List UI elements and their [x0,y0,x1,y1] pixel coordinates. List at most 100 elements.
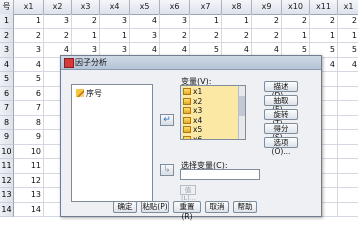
column-header[interactable]: x1 [338,0,358,14]
table-cell[interactable]: 5 [338,43,358,58]
table-cell[interactable]: 6 [14,86,44,101]
table-cell[interactable]: 2 [222,28,252,43]
table-cell[interactable]: 1 [282,28,310,43]
table-cell[interactable] [338,130,358,145]
scroll-thumb[interactable] [239,96,245,116]
help-button[interactable]: 帮助 [233,201,257,213]
table-cell[interactable]: 3 [44,14,72,29]
row-number[interactable]: 4 [0,57,14,72]
list-item[interactable]: x2 [183,97,202,107]
table-cell[interactable]: 1 [100,28,130,43]
row-number[interactable]: 3 [0,43,14,58]
table-cell[interactable]: 2 [282,14,310,29]
column-header[interactable]: x2 [44,0,72,14]
table-cell[interactable]: 7 [14,101,44,116]
column-header[interactable]: x9 [252,0,282,14]
dialog-titlebar[interactable]: 因子分析 [61,56,321,70]
column-header[interactable]: x6 [160,0,190,14]
row-number[interactable]: 12 [0,173,14,188]
column-header[interactable]: x4 [100,0,130,14]
table-cell[interactable]: 4 [14,57,44,72]
reset-button[interactable]: 重置(R) [173,201,201,221]
table-cell[interactable]: 11 [14,159,44,174]
column-header[interactable]: 号 [0,0,14,14]
row-number[interactable]: 5 [0,72,14,87]
table-cell[interactable]: 13 [14,188,44,203]
row-number[interactable]: 6 [0,86,14,101]
table-cell[interactable]: 1 [310,28,338,43]
table-cell[interactable]: 2 [310,14,338,29]
table-cell[interactable]: 4 [130,14,160,29]
table-cell[interactable]: 1 [190,14,222,29]
table-cell[interactable]: 2 [252,14,282,29]
table-cell[interactable]: 5 [14,72,44,87]
column-header[interactable]: x11 [310,0,338,14]
row-number[interactable]: 2 [0,28,14,43]
row-number[interactable]: 11 [0,159,14,174]
column-header[interactable]: x3 [72,0,100,14]
row-number[interactable]: 1 [0,14,14,29]
table-cell[interactable] [338,174,358,188]
list-item[interactable]: x3 [183,106,202,116]
table-cell[interactable]: 3 [14,43,44,58]
table-cell[interactable]: 3 [130,28,160,43]
table-cell[interactable]: 3 [100,14,130,29]
table-cell[interactable]: 3 [160,14,190,29]
table-cell[interactable] [338,101,358,116]
row-number[interactable]: 10 [0,144,14,159]
move-to-selection-button[interactable]: ↳ [160,164,174,176]
scores-button[interactable]: 得分(S)... [264,123,298,142]
rotation-button[interactable]: 旋转(T)... [264,109,298,128]
table-cell[interactable]: 1 [72,28,100,43]
column-header[interactable]: x7 [190,0,222,14]
table-cell[interactable]: 9 [14,130,44,145]
table-cell[interactable]: 1 [338,29,358,43]
table-cell[interactable] [338,145,358,159]
table-cell[interactable] [338,188,358,203]
table-cell[interactable]: 2 [252,28,282,43]
source-variable-list[interactable]: 序号 [71,84,153,202]
table-cell[interactable]: 2 [44,28,72,43]
table-cell[interactable]: 14 [14,202,44,217]
row-number[interactable]: 14 [0,202,14,217]
table-cell[interactable] [338,116,358,130]
row-number[interactable]: 7 [0,101,14,116]
column-header[interactable]: x10 [282,0,310,14]
extraction-button[interactable]: 抽取(E)... [264,95,298,114]
variables-scrollbar[interactable] [238,86,245,139]
row-number[interactable]: 13 [0,188,14,203]
value-button[interactable]: 值(L)... [180,185,196,202]
table-cell[interactable]: 2 [338,14,358,29]
ok-button[interactable]: 确定 [113,201,137,213]
table-cell[interactable]: 2 [14,28,44,43]
table-cell[interactable]: 2 [72,14,100,29]
column-header[interactable]: x8 [222,0,252,14]
cancel-button[interactable]: 取消 [205,201,229,213]
table-cell[interactable] [338,159,358,174]
options-button[interactable]: 选项(O)... [264,137,298,156]
table-cell[interactable]: 8 [14,115,44,130]
paste-button[interactable]: 粘贴(P) [141,201,169,213]
table-cell[interactable]: 2 [160,28,190,43]
column-header[interactable]: x1 [14,0,44,14]
column-header[interactable]: x5 [130,0,160,14]
table-cell[interactable] [338,203,358,217]
table-cell[interactable]: 10 [14,144,44,159]
list-item[interactable]: 序号 [76,88,102,99]
list-item[interactable]: x4 [183,116,202,126]
row-number[interactable]: 8 [0,115,14,130]
row-number[interactable]: 9 [0,130,14,145]
table-cell[interactable] [338,87,358,101]
list-item[interactable]: x6 [183,135,202,139]
list-item[interactable]: x1 [183,87,202,97]
table-cell[interactable]: 2 [190,28,222,43]
table-cell[interactable] [338,72,358,87]
list-item[interactable]: x5 [183,125,202,135]
table-cell[interactable]: 1 [222,14,252,29]
table-cell[interactable]: 4 [338,58,358,72]
move-to-variables-button[interactable]: ↵ [160,114,174,126]
descriptives-button[interactable]: 描述(D)... [264,81,298,100]
table-cell[interactable]: 12 [14,173,44,188]
table-cell[interactable]: 1 [14,14,44,29]
selection-variable-field[interactable] [180,169,260,180]
